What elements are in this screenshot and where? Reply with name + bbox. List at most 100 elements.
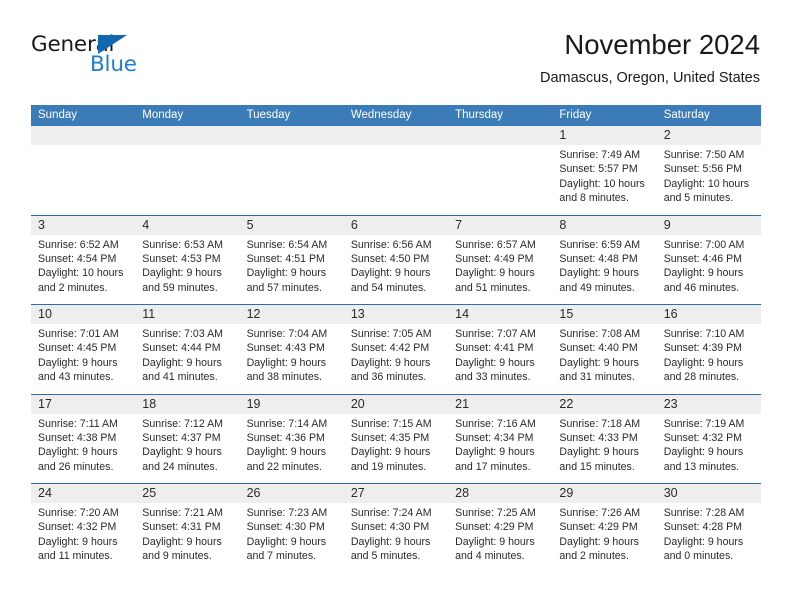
daylight-text-line1: Daylight: 9 hours [142,356,222,369]
daylight-text-line2: and 24 minutes. [142,460,218,473]
daylight-text-line1: Daylight: 9 hours [559,267,639,280]
sunrise-text: Sunrise: 7:20 AM [38,507,119,519]
calendar-grid: Sunday Monday Tuesday Wednesday Thursday… [31,105,761,573]
day-details: Sunrise: 7:11 AM Sunset: 4:38 PM Daylight:… [38,417,129,475]
daylight-text-line1: Daylight: 9 hours [350,267,431,280]
day-number: 23 [663,396,678,411]
sunset-text: Sunset: 4:30 PM [350,521,430,534]
sunset-text: Sunset: 4:48 PM [559,252,638,265]
daylight-text-line1: Daylight: 9 hours [38,535,118,548]
calendar-day-cell[interactable]: 10 Sunrise: 7:01 AM Sunset: 4:45 PM Dayligh… [31,305,135,394]
sunrise-text: Sunrise: 7:26 AM [559,507,641,519]
calendar-week-row: 3 Sunrise: 6:52 AM Sunset: 4:54 PM Daylight… [31,214,761,305]
sunrise-text: Sunrise: 7:15 AM [350,417,432,430]
calendar-week-row: 1 Sunrise: 7:49 AM Sunset: 5:57 PM Daylight… [31,126,761,215]
sunset-text: Sunset: 4:29 PM [455,521,534,534]
sunrise-text: Sunrise: 7:49 AM [559,149,641,161]
sunset-text: Sunset: 4:50 PM [350,252,430,265]
calendar-week-row: 24 Sunrise: 7:20 AM Sunset: 4:32 PM Dayligh… [31,483,761,573]
calendar-day-cell[interactable]: 6 Sunrise: 6:56 AM Sunset: 4:50 PM Daylight… [344,216,448,305]
day-number: 19 [246,396,261,411]
day-number: 22 [559,396,574,411]
daylight-text-line1: Daylight: 9 hours [559,535,639,548]
day-details: Sunrise: 6:59 AM Sunset: 4:48 PM Daylight:… [559,238,650,296]
sunrise-text: Sunrise: 7:03 AM [142,328,223,340]
daylight-text-line2: and 15 minutes. [559,460,635,473]
calendar-day-cell[interactable]: 2 Sunrise: 7:50 AM Sunset: 5:56 PM Daylight… [657,126,761,215]
day-details: Sunrise: 7:15 AM Sunset: 4:35 PM Daylight:… [351,417,442,475]
sunset-text: Sunset: 4:54 PM [38,252,117,265]
calendar-day-cell[interactable]: 1 Sunrise: 7:49 AM Sunset: 5:57 PM Daylight… [552,126,656,215]
daylight-text-line1: Daylight: 9 hours [559,356,639,369]
calendar-weeks: 1 Sunrise: 7:49 AM Sunset: 5:57 PM Daylight… [31,126,761,573]
sunset-text: Sunset: 4:49 PM [455,252,534,265]
sunrise-text: Sunrise: 7:11 AM [38,417,118,430]
daylight-text-line2: and 19 minutes. [350,460,427,473]
page-header: General Blue November 2024 Damascus, Ore… [31,28,760,98]
calendar-day-cell[interactable]: 21 Sunrise: 7:16 AM Sunset: 4:34 PM Dayligh… [448,395,552,484]
calendar-day-cell[interactable]: 8 Sunrise: 6:59 AM Sunset: 4:48 PM Daylight… [552,216,656,305]
daylight-text-line2: and 2 minutes. [559,550,629,563]
day-details: Sunrise: 7:24 AM Sunset: 4:30 PM Daylight:… [351,506,442,564]
daylight-text-line2: and 8 minutes. [559,192,629,205]
calendar-day-cell[interactable]: 15 Sunrise: 7:08 AM Sunset: 4:40 PM Dayligh… [552,305,656,394]
daylight-text-line1: Daylight: 9 hours [559,446,639,459]
day-number: 28 [455,486,470,500]
calendar-day-cell[interactable]: 9 Sunrise: 7:00 AM Sunset: 4:46 PM Daylight… [657,216,761,305]
weekday-header-row: Sunday Monday Tuesday Wednesday Thursday… [31,105,761,126]
calendar-day-cell[interactable]: 12 Sunrise: 7:04 AM Sunset: 4:43 PM Dayligh… [240,305,344,394]
daylight-text-line2: and 26 minutes. [38,460,114,473]
calendar-day-cell[interactable]: 17 Sunrise: 7:11 AM Sunset: 4:38 PM Dayligh… [31,395,135,484]
day-number: 3 [38,217,45,232]
calendar-day-cell[interactable]: 25 Sunrise: 7:21 AM Sunset: 4:31 PM Dayligh… [135,484,239,573]
day-details: Sunrise: 7:19 AM Sunset: 4:32 PM Daylight:… [664,417,755,475]
calendar-day-cell[interactable]: 16 Sunrise: 7:10 AM Sunset: 4:39 PM Dayligh… [657,305,761,394]
calendar-day-cell[interactable]: 4 Sunrise: 6:53 AM Sunset: 4:53 PM Daylight… [135,216,239,305]
sunset-text: Sunset: 4:36 PM [246,431,325,444]
day-details: Sunrise: 7:12 AM Sunset: 4:37 PM Daylight:… [142,417,233,475]
calendar-day-cell[interactable]: 22 Sunrise: 7:18 AM Sunset: 4:33 PM Dayligh… [552,395,656,484]
daylight-text-line2: and 57 minutes. [246,281,322,294]
calendar-day-cell[interactable]: 13 Sunrise: 7:05 AM Sunset: 4:42 PM Dayligh… [344,305,448,394]
sunrise-text: Sunrise: 7:00 AM [663,238,745,251]
daylight-text-line1: Daylight: 9 hours [246,267,327,280]
calendar-day-cell[interactable]: 23 Sunrise: 7:19 AM Sunset: 4:32 PM Dayligh… [657,395,761,484]
day-number: 8 [559,217,567,232]
general-blue-logo[interactable]: General Blue [31,34,231,90]
daylight-text-line2: and 51 minutes. [455,281,531,294]
sunrise-text: Sunrise: 7:50 AM [663,149,745,161]
calendar-day-cell[interactable]: 7 Sunrise: 6:57 AM Sunset: 4:49 PM Daylight… [448,216,552,305]
sunrise-text: Sunrise: 7:05 AM [350,328,432,340]
daylight-text-line1: Daylight: 9 hours [455,356,535,369]
day-number: 6 [350,217,358,232]
day-number: 13 [350,307,365,321]
calendar-day-cell[interactable]: 24 Sunrise: 7:20 AM Sunset: 4:32 PM Dayligh… [31,484,135,573]
daylight-text-line1: Daylight: 9 hours [350,446,431,459]
calendar-day-cell[interactable]: 27 Sunrise: 7:24 AM Sunset: 4:30 PM Dayligh… [344,484,448,573]
calendar-day-cell[interactable]: 11 Sunrise: 7:03 AM Sunset: 4:44 PM Dayligh… [135,305,239,394]
calendar-day-cell[interactable]: 19 Sunrise: 7:14 AM Sunset: 4:36 PM Dayligh… [240,395,344,484]
weekday-header-saturday: Saturday [663,109,710,121]
day-details: Sunrise: 7:21 AM Sunset: 4:31 PM Daylight:… [142,506,233,564]
day-number: 4 [142,217,150,232]
day-details: Sunrise: 7:10 AM Sunset: 4:39 PM Daylight:… [664,327,755,385]
sunset-text: Sunset: 4:33 PM [559,431,638,444]
day-details: Sunrise: 7:14 AM Sunset: 4:36 PM Daylight:… [247,417,338,475]
calendar-day-cell[interactable]: 20 Sunrise: 7:15 AM Sunset: 4:35 PM Dayligh… [344,395,448,484]
calendar-day-cell[interactable]: 28 Sunrise: 7:25 AM Sunset: 4:29 PM Dayligh… [448,484,552,573]
calendar-day-cell[interactable]: 5 Sunrise: 6:54 AM Sunset: 4:51 PM Daylight… [240,216,344,305]
calendar-day-cell[interactable]: 26 Sunrise: 7:23 AM Sunset: 4:30 PM Dayligh… [240,484,344,573]
calendar-day-cell[interactable]: 18 Sunrise: 7:12 AM Sunset: 4:37 PM Dayligh… [135,395,239,484]
sunrise-text: Sunrise: 7:18 AM [559,417,641,430]
sunset-text: Sunset: 4:30 PM [246,521,325,534]
calendar-day-cell[interactable]: 29 Sunrise: 7:26 AM Sunset: 4:29 PM Dayligh… [552,484,656,573]
daylight-text-line2: and 54 minutes. [350,281,427,294]
day-details: Sunrise: 6:57 AM Sunset: 4:49 PM Daylight:… [455,238,546,296]
sunrise-text: Sunrise: 7:19 AM [663,417,745,430]
sunset-text: Sunset: 4:37 PM [142,431,221,444]
calendar-day-cell[interactable]: 14 Sunrise: 7:07 AM Sunset: 4:41 PM Dayligh… [448,305,552,394]
day-details: Sunrise: 7:26 AM Sunset: 4:29 PM Daylight:… [559,506,650,564]
calendar-day-cell[interactable]: 3 Sunrise: 6:52 AM Sunset: 4:54 PM Daylight… [31,216,135,305]
calendar-day-cell[interactable]: 30 Sunrise: 7:28 AM Sunset: 4:28 PM Dayligh… [657,484,761,573]
day-details: Sunrise: 7:00 AM Sunset: 4:46 PM Daylight:… [664,238,755,296]
